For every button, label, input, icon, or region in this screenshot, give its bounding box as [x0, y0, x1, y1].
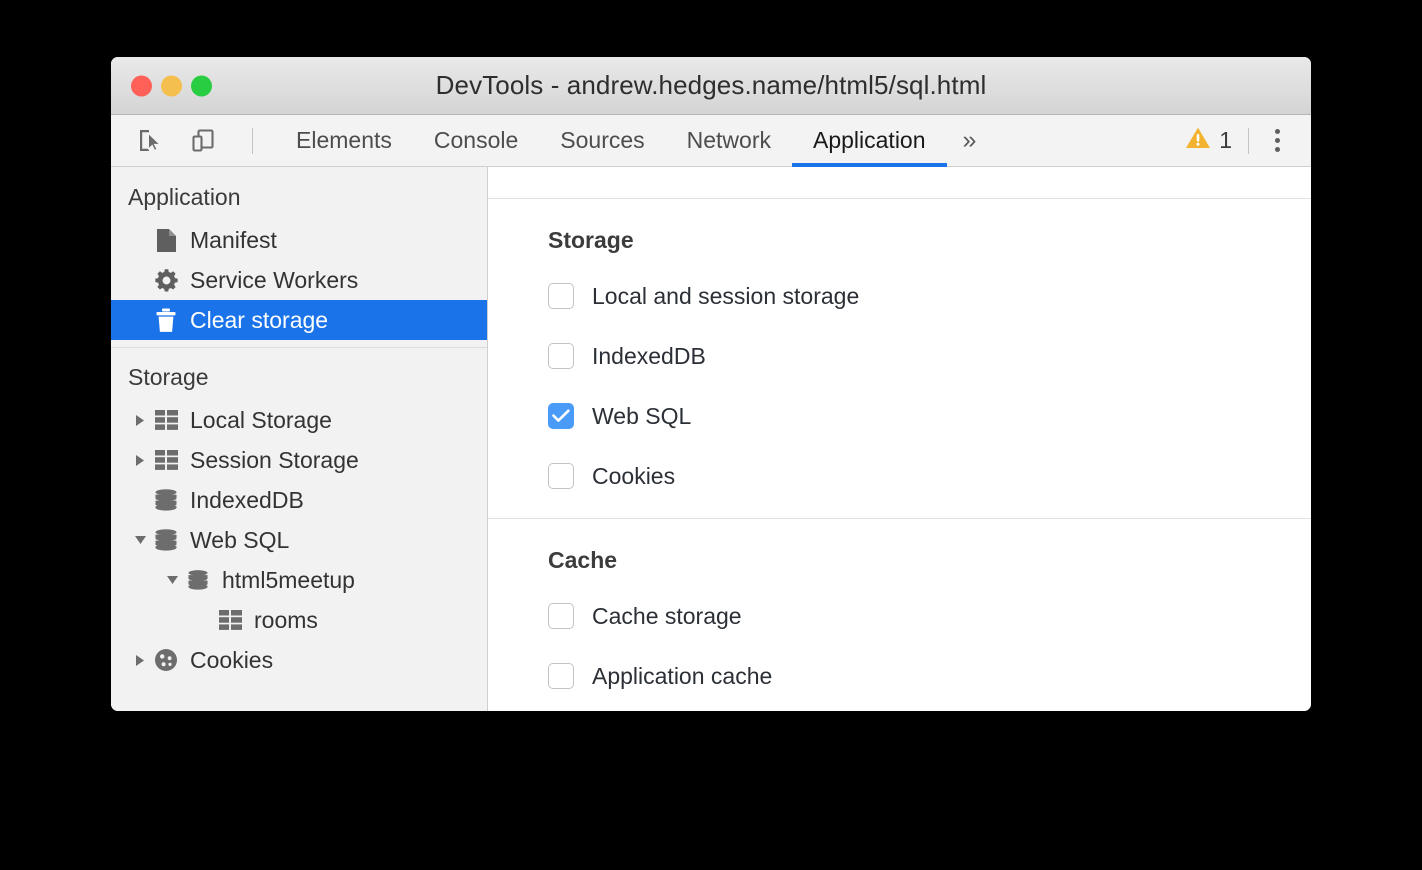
cookie-icon	[151, 648, 181, 672]
window-titlebar: DevTools - andrew.hedges.name/html5/sql.…	[111, 57, 1311, 115]
sidebar-item-clear-storage[interactable]: Clear storage	[111, 300, 487, 340]
checkbox-cookies[interactable]	[548, 463, 574, 489]
sidebar-item-label: Local Storage	[190, 409, 332, 432]
checkmark-icon	[552, 409, 570, 423]
cache-section: Cache Cache storage Application cache	[488, 519, 1311, 711]
checkbox-label: Cache storage	[592, 603, 742, 630]
cache-section-heading: Cache	[548, 547, 1311, 574]
checkbox-label: Local and session storage	[592, 283, 859, 310]
checkbox-row-local-and-session-storage[interactable]: Local and session storage	[548, 276, 1311, 316]
checkbox-label: Web SQL	[592, 403, 691, 430]
sidebar-item-label: rooms	[254, 609, 318, 632]
sidebar-item-label: Web SQL	[190, 529, 289, 552]
checkbox-label: Cookies	[592, 463, 675, 490]
storage-section: Storage Local and session storage Indexe…	[488, 199, 1311, 519]
inspect-element-icon[interactable]	[133, 124, 169, 158]
storage-section-heading: Storage	[548, 227, 1311, 254]
devtools-body: Application Manifest Ser	[111, 167, 1311, 711]
panel-top-strip	[488, 167, 1311, 199]
sidebar-section-title-application: Application	[111, 175, 487, 220]
sidebar-item-indexeddb[interactable]: IndexedDB	[111, 480, 487, 520]
sidebar-item-session-storage[interactable]: Session Storage	[111, 440, 487, 480]
checkbox-row-cache-storage[interactable]: Cache storage	[548, 596, 1311, 636]
devtools-window: DevTools - andrew.hedges.name/html5/sql.…	[111, 57, 1311, 711]
gear-icon	[151, 268, 181, 293]
chevron-down-icon[interactable]	[129, 534, 151, 546]
chevron-right-icon[interactable]	[129, 454, 151, 467]
sidebar-item-label: Service Workers	[190, 269, 358, 292]
kebab-menu-icon[interactable]	[1249, 129, 1289, 152]
checkbox-local-and-session-storage[interactable]	[548, 283, 574, 309]
sidebar-item-label: Session Storage	[190, 449, 359, 472]
window-title: DevTools - andrew.hedges.name/html5/sql.…	[436, 70, 987, 101]
sidebar-item-manifest[interactable]: Manifest	[111, 220, 487, 260]
warning-count: 1	[1219, 127, 1232, 154]
checkbox-label: IndexedDB	[592, 343, 706, 370]
sidebar-item-label: IndexedDB	[190, 489, 304, 512]
panel-tabs: Elements Console Sources Network Applica…	[275, 115, 992, 166]
sidebar-item-label: html5meetup	[222, 569, 355, 592]
sidebar-item-label: Manifest	[190, 229, 277, 252]
zoom-window-button[interactable]	[191, 75, 212, 96]
checkbox-web-sql[interactable]	[548, 403, 574, 429]
checkbox-row-application-cache[interactable]: Application cache	[548, 656, 1311, 696]
chevron-right-icon[interactable]	[129, 654, 151, 667]
checkbox-row-web-sql[interactable]: Web SQL	[548, 396, 1311, 436]
database-icon	[183, 570, 213, 590]
sidebar-item-html5meetup[interactable]: html5meetup	[111, 560, 487, 600]
traffic-lights	[131, 75, 212, 96]
clear-storage-panel: Storage Local and session storage Indexe…	[488, 167, 1311, 711]
toolbar-divider	[252, 128, 253, 154]
warning-indicator[interactable]: 1	[1185, 126, 1248, 155]
warning-triangle-icon	[1185, 126, 1211, 155]
devtools-toolbar: Elements Console Sources Network Applica…	[111, 115, 1311, 167]
database-icon	[151, 489, 181, 511]
more-tabs-icon[interactable]: »	[947, 115, 993, 166]
application-sidebar: Application Manifest Ser	[111, 167, 488, 711]
checkbox-indexeddb[interactable]	[548, 343, 574, 369]
tab-sources[interactable]: Sources	[539, 115, 665, 166]
tab-console[interactable]: Console	[413, 115, 539, 166]
database-icon	[151, 529, 181, 551]
sidebar-divider	[111, 347, 487, 348]
sidebar-item-cookies[interactable]: Cookies	[111, 640, 487, 680]
tab-network[interactable]: Network	[666, 115, 792, 166]
sidebar-section-title-storage: Storage	[111, 355, 487, 400]
table-icon	[151, 410, 181, 430]
sidebar-item-web-sql[interactable]: Web SQL	[111, 520, 487, 560]
checkbox-row-cookies[interactable]: Cookies	[548, 456, 1311, 496]
tab-elements[interactable]: Elements	[275, 115, 413, 166]
checkbox-cache-storage[interactable]	[548, 603, 574, 629]
checkbox-row-indexeddb[interactable]: IndexedDB	[548, 336, 1311, 376]
checkbox-application-cache[interactable]	[548, 663, 574, 689]
table-icon	[215, 610, 245, 630]
sidebar-item-label: Clear storage	[190, 309, 328, 332]
table-icon	[151, 450, 181, 470]
toolbar-right-group: 1	[1185, 115, 1311, 166]
document-icon	[151, 228, 181, 253]
sidebar-item-service-workers[interactable]: Service Workers	[111, 260, 487, 300]
trash-icon	[151, 308, 181, 333]
sidebar-item-rooms[interactable]: rooms	[111, 600, 487, 640]
checkbox-label: Application cache	[592, 663, 772, 690]
chevron-right-icon[interactable]	[129, 414, 151, 427]
close-window-button[interactable]	[131, 75, 152, 96]
chevron-down-icon[interactable]	[161, 574, 183, 586]
sidebar-item-label: Cookies	[190, 649, 273, 672]
toolbar-icon-group	[111, 115, 253, 166]
tab-application[interactable]: Application	[792, 115, 947, 166]
device-toolbar-icon[interactable]	[185, 124, 221, 158]
sidebar-item-local-storage[interactable]: Local Storage	[111, 400, 487, 440]
minimize-window-button[interactable]	[161, 75, 182, 96]
